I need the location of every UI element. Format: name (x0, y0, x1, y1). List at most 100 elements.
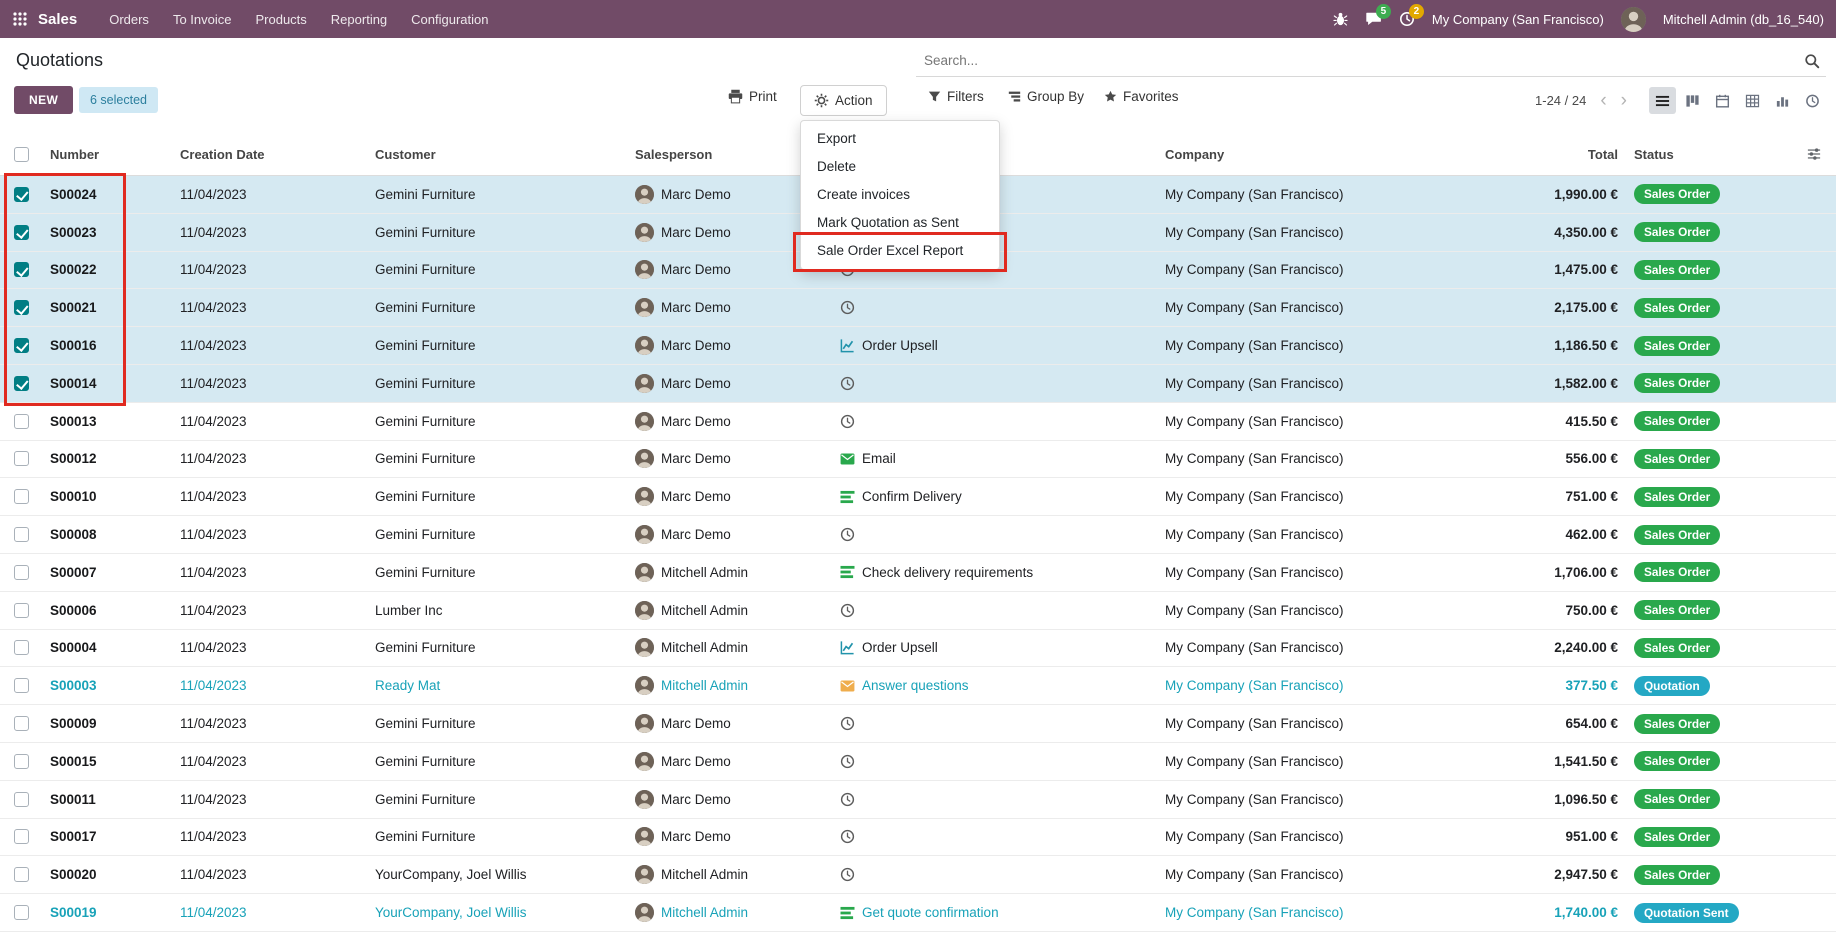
navbar-menu-item-to-invoice[interactable]: To Invoice (163, 6, 242, 33)
row-select-checkbox[interactable] (0, 603, 44, 618)
table-row-s00013[interactable]: S0001311/04/2023Gemini FurnitureMarc Dem… (0, 403, 1836, 441)
row-select-checkbox[interactable] (0, 338, 44, 353)
action-button[interactable]: Action (800, 85, 887, 116)
cell-next-activity[interactable]: Order Upsell (834, 640, 1159, 655)
cell-next-activity[interactable] (834, 716, 1159, 731)
cell-next-activity[interactable] (834, 300, 1159, 315)
chevron-left-icon[interactable]: ‹ (1596, 91, 1610, 110)
row-select-checkbox[interactable] (0, 451, 44, 466)
action-menu-item-create-invoices[interactable]: Create invoices (801, 181, 999, 209)
action-menu-item-delete[interactable]: Delete (801, 153, 999, 181)
row-select-checkbox[interactable] (0, 678, 44, 693)
table-row-s00020[interactable]: S0002011/04/2023YourCompany, Joel Willis… (0, 856, 1836, 894)
cell-next-activity[interactable] (834, 867, 1159, 882)
table-row-s00010[interactable]: S0001011/04/2023Gemini FurnitureMarc Dem… (0, 478, 1836, 516)
filters-button[interactable]: Filters (922, 88, 990, 105)
activities-clock-icon[interactable]: 2 (1399, 11, 1415, 27)
current-app-name[interactable]: Sales (38, 11, 77, 28)
table-row-s00004[interactable]: S0000411/04/2023Gemini FurnitureMitchell… (0, 630, 1836, 668)
table-row-s00012[interactable]: S0001211/04/2023Gemini FurnitureMarc Dem… (0, 441, 1836, 479)
pivot-view-icon[interactable] (1739, 87, 1766, 114)
cell-next-activity[interactable]: Email (834, 451, 1159, 466)
action-menu-item-sale-order-excel-report[interactable]: Sale Order Excel Report (801, 237, 999, 265)
column-header-total[interactable]: Total (1464, 147, 1624, 162)
table-row-s00003[interactable]: S0000311/04/2023Ready MatMitchell AdminA… (0, 667, 1836, 705)
column-header-number[interactable]: Number (44, 147, 174, 162)
cell-next-activity[interactable] (834, 792, 1159, 807)
print-button[interactable]: Print (722, 88, 783, 105)
activity-view-icon[interactable] (1799, 87, 1826, 114)
row-select-checkbox[interactable] (0, 300, 44, 315)
calendar-view-icon[interactable] (1709, 87, 1736, 114)
action-menu-item-export[interactable]: Export (801, 125, 999, 153)
table-row-s00008[interactable]: S0000811/04/2023Gemini FurnitureMarc Dem… (0, 516, 1836, 554)
row-select-checkbox[interactable] (0, 867, 44, 882)
row-select-checkbox[interactable] (0, 565, 44, 580)
navbar-menu-item-orders[interactable]: Orders (99, 6, 159, 33)
column-header-status[interactable]: Status (1624, 147, 1754, 162)
table-row-s00017[interactable]: S0001711/04/2023Gemini FurnitureMarc Dem… (0, 819, 1836, 857)
messages-icon[interactable]: 5 (1365, 11, 1382, 27)
chevron-right-icon[interactable]: › (1617, 91, 1631, 110)
cell-next-activity[interactable]: Check delivery requirements (834, 565, 1159, 580)
navbar-menu-item-configuration[interactable]: Configuration (401, 6, 498, 33)
table-row-s00019[interactable]: S0001911/04/2023YourCompany, Joel Willis… (0, 894, 1836, 932)
cell-next-activity[interactable]: Confirm Delivery (834, 489, 1159, 504)
cell-next-activity[interactable] (834, 603, 1159, 618)
row-select-checkbox[interactable] (0, 716, 44, 731)
row-select-checkbox[interactable] (0, 640, 44, 655)
kanban-view-icon[interactable] (1679, 87, 1706, 114)
table-row-s00015[interactable]: S0001511/04/2023Gemini FurnitureMarc Dem… (0, 743, 1836, 781)
column-header-creation-date[interactable]: Creation Date (174, 147, 369, 162)
bug-icon[interactable] (1333, 11, 1348, 27)
cell-next-activity[interactable]: Answer questions (834, 678, 1159, 693)
cell-total: 1,475.00 € (1464, 262, 1624, 277)
row-select-checkbox[interactable] (0, 187, 44, 202)
favorites-button[interactable]: Favorites (1098, 88, 1185, 105)
cell-next-activity[interactable]: Get quote confirmation (834, 905, 1159, 920)
row-select-checkbox[interactable] (0, 376, 44, 391)
table-row-s00009[interactable]: S0000911/04/2023Gemini FurnitureMarc Dem… (0, 705, 1836, 743)
column-header-customer[interactable]: Customer (369, 147, 629, 162)
row-select-checkbox[interactable] (0, 262, 44, 277)
column-header-company[interactable]: Company (1159, 147, 1464, 162)
select-all-checkbox[interactable] (0, 147, 44, 162)
row-select-checkbox[interactable] (0, 527, 44, 542)
row-select-checkbox[interactable] (0, 792, 44, 807)
cell-next-activity[interactable] (834, 376, 1159, 391)
table-row-s00006[interactable]: S0000611/04/2023Lumber IncMitchell Admin… (0, 592, 1836, 630)
cell-next-activity[interactable] (834, 829, 1159, 844)
row-select-checkbox[interactable] (0, 414, 44, 429)
user-menu[interactable]: Mitchell Admin (db_16_540) (1663, 12, 1824, 27)
company-switcher[interactable]: My Company (San Francisco) (1432, 12, 1604, 27)
cell-next-activity[interactable] (834, 754, 1159, 769)
new-button[interactable]: NEW (14, 86, 73, 114)
navbar-menu-item-reporting[interactable]: Reporting (321, 6, 397, 33)
row-select-checkbox[interactable] (0, 905, 44, 920)
navbar-menu-item-products[interactable]: Products (245, 6, 316, 33)
search-input[interactable] (922, 52, 1804, 69)
table-row-s00005[interactable]: S0000511/04/2023Deco AddictMarc DemoEmai… (0, 932, 1836, 940)
cell-next-activity[interactable] (834, 414, 1159, 429)
row-select-checkbox[interactable] (0, 829, 44, 844)
row-select-checkbox[interactable] (0, 489, 44, 504)
cell-customer: Gemini Furniture (369, 414, 629, 429)
row-select-checkbox[interactable] (0, 754, 44, 769)
graph-view-icon[interactable] (1769, 87, 1796, 114)
table-row-s00021[interactable]: S0002111/04/2023Gemini FurnitureMarc Dem… (0, 289, 1836, 327)
table-row-s00007[interactable]: S0000711/04/2023Gemini FurnitureMitchell… (0, 554, 1836, 592)
selected-count-badge[interactable]: 6 selected (79, 87, 158, 113)
cell-next-activity[interactable]: Order Upsell (834, 338, 1159, 353)
cell-next-activity[interactable] (834, 527, 1159, 542)
apps-grid-icon[interactable] (12, 11, 28, 27)
group-by-button[interactable]: Group By (1002, 88, 1090, 105)
table-row-s00011[interactable]: S0001111/04/2023Gemini FurnitureMarc Dem… (0, 781, 1836, 819)
list-view-icon[interactable] (1649, 87, 1676, 114)
action-menu-item-mark-quotation-as-sent[interactable]: Mark Quotation as Sent (801, 209, 999, 237)
user-avatar[interactable] (1621, 7, 1646, 32)
row-select-checkbox[interactable] (0, 225, 44, 240)
table-row-s00014[interactable]: S0001411/04/2023Gemini FurnitureMarc Dem… (0, 365, 1836, 403)
table-row-s00016[interactable]: S0001611/04/2023Gemini FurnitureMarc Dem… (0, 327, 1836, 365)
optional-columns-toggle[interactable] (1754, 147, 1836, 161)
search-icon[interactable] (1804, 53, 1820, 69)
